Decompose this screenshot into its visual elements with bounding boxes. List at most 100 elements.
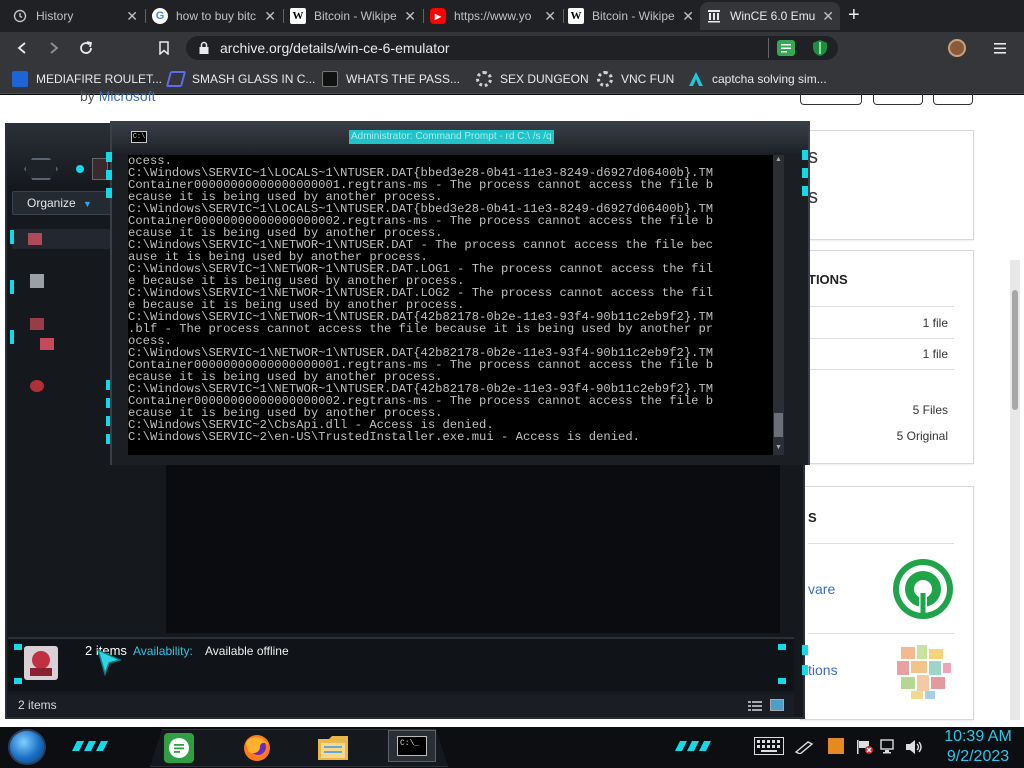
divider [808,543,954,544]
taskbar-decor [72,738,118,751]
tab-history[interactable]: History ✕ [6,2,144,30]
firefox-icon[interactable] [242,733,272,763]
bookmark-smash-glass[interactable]: SMASH GLASS IN C... [165,70,316,88]
scroll-up-icon[interactable]: ▲ [774,155,783,165]
extension-notes-icon[interactable] [777,40,795,56]
bookmark-mediafire[interactable]: MEDIAFIRE ROULET... [12,70,162,88]
profile-avatar[interactable] [948,39,966,57]
byline-prefix: by [80,88,95,104]
clock-date[interactable]: 9/2/2023 [936,748,1020,766]
bookmark-label: SEX DUNGEON [500,72,589,86]
address-bar[interactable]: archive.org/details/win-ce-6-emulator [186,36,838,60]
google-icon: G [152,8,168,24]
pen-input-icon[interactable] [794,740,816,755]
favorites-item[interactable] [12,229,110,249]
page-scrollbar[interactable] [1010,260,1020,720]
bookmark-label: MEDIAFIRE ROULET... [36,72,163,86]
page-button[interactable] [800,93,862,105]
divider [808,306,954,307]
taskbar-console-app[interactable]: C:\_ [388,730,436,762]
tab-title: History [36,9,74,23]
availability-label: Availability: [133,644,193,658]
bookmark-label: VNC FUN [621,72,675,86]
file-count[interactable]: 1 file [880,316,948,330]
computer-icon[interactable] [30,318,44,330]
close-tab-icon[interactable]: ✕ [264,8,276,25]
details-view-icon[interactable] [748,699,762,711]
decor-strip [802,168,808,178]
back-button[interactable] [10,36,34,60]
reload-button[interactable] [74,36,98,60]
new-tab-button[interactable]: + [848,4,868,28]
keyboard-icon[interactable] [754,737,784,755]
original-files[interactable]: 5 Original [860,429,948,443]
decor-strip [802,150,808,160]
collection-link[interactable]: vare [808,581,835,597]
tab-youtube[interactable]: ▶ https://www.yo ✕ [424,2,562,30]
network-icon[interactable] [880,739,898,755]
total-files[interactable]: 5 Files [870,403,948,417]
collection-link[interactable]: tions [808,662,838,678]
bookmark-whats-the-pass[interactable]: WHATS THE PASS... [322,70,460,88]
bookmark-star-button[interactable] [152,36,176,60]
console-scrollbar-thumb[interactable] [774,413,783,437]
page-button[interactable] [933,93,973,105]
bookmark-gear-icon [476,71,492,87]
console-line: C:\Windows\SERVIC~2\en-US\TrustedInstall… [128,430,640,444]
close-tab-icon[interactable]: ✕ [544,8,556,25]
tab-title: Bitcoin - Wikipe [592,9,675,23]
homegroup-icon[interactable] [30,274,44,288]
page-button[interactable] [873,93,923,105]
status-item-count: 2 items [18,698,57,712]
explorer-status-bar [8,694,794,716]
drive-icon[interactable] [40,338,54,350]
close-tab-icon[interactable]: ✕ [404,8,416,25]
network-icon[interactable] [30,380,44,392]
forward-button[interactable] [42,36,66,60]
tab-title: WinCE 6.0 Emul [730,9,817,23]
console-scrollbar[interactable]: ▲ ▼ [773,155,784,455]
open-source-logo [893,559,953,619]
console-bottom-frame [112,457,808,465]
preview-view-icon[interactable] [770,699,784,711]
scroll-down-icon[interactable]: ▼ [774,443,783,453]
volume-icon[interactable] [904,739,924,755]
action-center-flag-icon[interactable] [856,739,874,755]
taskbar-notes-app[interactable] [164,733,194,763]
tab-title: Bitcoin - Wikipe [314,9,397,23]
collections-title: S [808,510,817,525]
selection-thumbnail-icon [24,646,58,680]
tab-wikipedia-2[interactable]: W Bitcoin - Wikipe ✕ [562,2,700,30]
bookmark-sex-dungeon[interactable]: SEX DUNGEON [476,70,589,88]
author-link[interactable]: Microsoft [99,88,156,104]
console-output[interactable]: ocess. C:\Windows\SERVIC~1\LOCALS~1\NTUSE… [128,155,773,455]
decor-strip [10,280,14,294]
cmd-icon: C:\_ [397,736,427,756]
tray-app-icon[interactable] [828,738,844,754]
clock-time[interactable]: 10:39 AM [936,728,1020,746]
wikipedia-icon: W [568,8,584,24]
close-tab-icon[interactable]: ✕ [682,8,694,25]
history-icon [12,8,28,24]
cmd-icon[interactable]: C:\ [131,131,147,143]
tab-google-search[interactable]: G how to buy bitc ✕ [146,2,282,30]
start-orb-button[interactable] [8,729,46,765]
menu-icon[interactable] [992,38,1008,58]
bookmark-site-icon [322,71,338,87]
close-tab-icon[interactable]: ✕ [126,8,138,25]
decor-strip [106,170,112,180]
bookmark-captcha[interactable]: captcha solving sim... [688,70,827,88]
mouse-cursor-icon [96,648,123,681]
tab-wikipedia-1[interactable]: W Bitcoin - Wikipe ✕ [284,2,422,30]
bookmark-label: SMASH GLASS IN C... [192,72,316,86]
tab-wince-emulator[interactable]: WinCE 6.0 Emul ✕ [700,2,840,30]
file-count[interactable]: 1 file [880,347,948,361]
file-explorer-icon[interactable] [316,731,350,763]
bookmark-vnc-fun[interactable]: VNC FUN [597,70,674,88]
extension-shield-icon[interactable] [812,39,828,62]
explorer-file-area[interactable] [166,465,780,633]
organize-button[interactable]: Organize ▼ [12,191,116,215]
page-scrollbar-thumb[interactable] [1012,290,1018,410]
taskbar-decor [675,738,721,751]
close-tab-icon[interactable]: ✕ [822,8,834,25]
